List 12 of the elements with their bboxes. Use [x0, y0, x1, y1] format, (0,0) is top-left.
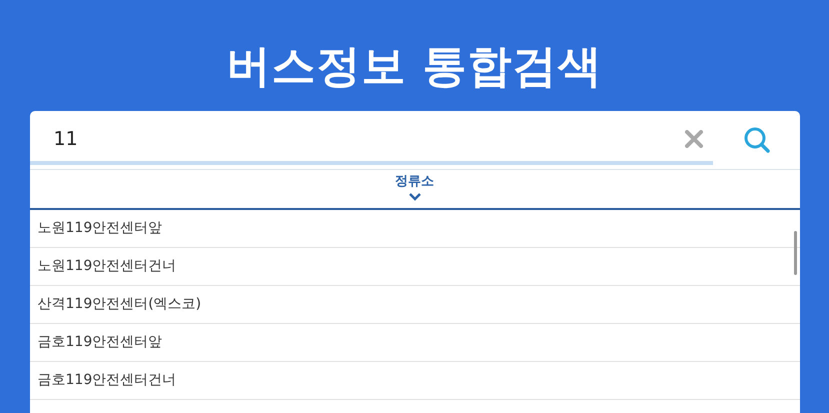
- chevron-down-icon: [408, 192, 422, 201]
- tab[interactable]: 정류소: [391, 170, 438, 208]
- page-title: 버스정보 통합검색: [226, 40, 603, 94]
- result-item[interactable]: 노원119안전센터앞: [30, 210, 800, 248]
- result-item[interactable]: 금호119안전센터건너: [30, 362, 800, 400]
- clear-icon[interactable]: [684, 130, 702, 148]
- result-item[interactable]: 산격119안전센터(엑스코): [30, 286, 800, 324]
- result-item[interactable]: 노원119안전센터건너: [30, 248, 800, 286]
- result-item[interactable]: 금호119안전센터앞: [30, 324, 800, 362]
- search-field[interactable]: 11: [30, 127, 684, 151]
- scrollbar: [794, 231, 796, 275]
- search-icon[interactable]: [742, 126, 770, 154]
